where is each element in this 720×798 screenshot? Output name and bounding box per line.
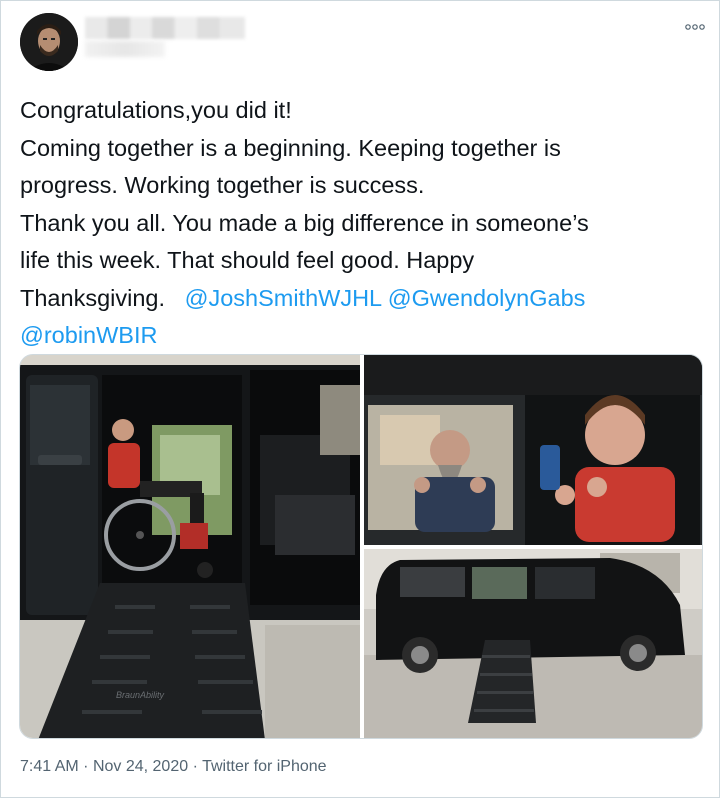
blurred-display-name — [85, 17, 245, 39]
tweet-text: Congratulations,you did it! Coming toget… — [20, 92, 700, 355]
photo-van-ramp[interactable]: BraunAbility — [20, 355, 360, 739]
meta-separator: · — [192, 758, 198, 775]
meta-separator: · — [83, 758, 89, 775]
mention-link[interactable]: @GwendolynGabs — [388, 285, 586, 311]
tweet-line: Thanksgiving. @JoshSmithWJHL @GwendolynG… — [20, 280, 700, 318]
tweet-line: Coming together is a beginning. Keeping … — [20, 134, 561, 161]
tweet-line: progress. Working together is success. — [20, 172, 425, 198]
ramp-brand-label: BraunAbility — [116, 690, 165, 700]
tweet-line: Thank you all. You made a big difference… — [20, 209, 589, 236]
blurred-username — [85, 41, 165, 57]
tweet-source-link[interactable]: Twitter for iPhone — [202, 758, 327, 775]
media-grid: BraunAbility — [19, 354, 703, 739]
photo-van-showroom[interactable] — [364, 549, 703, 739]
avatar[interactable] — [20, 13, 78, 71]
tweet-line: @robinWBIR — [20, 317, 700, 355]
more-options-button[interactable] — [685, 19, 705, 33]
tweet-meta: 7:41 AM · Nov 24, 2020 · Twitter for iPh… — [20, 758, 327, 776]
photo-thumbs-up[interactable] — [364, 355, 703, 545]
tweet-line: Congratulations,you did it! — [20, 97, 292, 123]
mention-link[interactable]: @robinWBIR — [20, 322, 157, 348]
more-dots-icon — [685, 24, 705, 30]
tweet-date[interactable]: Nov 24, 2020 — [93, 758, 188, 775]
mention-link[interactable]: @JoshSmithWJHL — [185, 285, 382, 311]
tweet-time[interactable]: 7:41 AM — [20, 758, 79, 775]
tweet-line: life this week. That should feel good. H… — [20, 247, 475, 273]
tweet-line-text: Thanksgiving. — [20, 284, 165, 311]
tweet-card: Congratulations,you did it! Coming toget… — [0, 0, 720, 798]
